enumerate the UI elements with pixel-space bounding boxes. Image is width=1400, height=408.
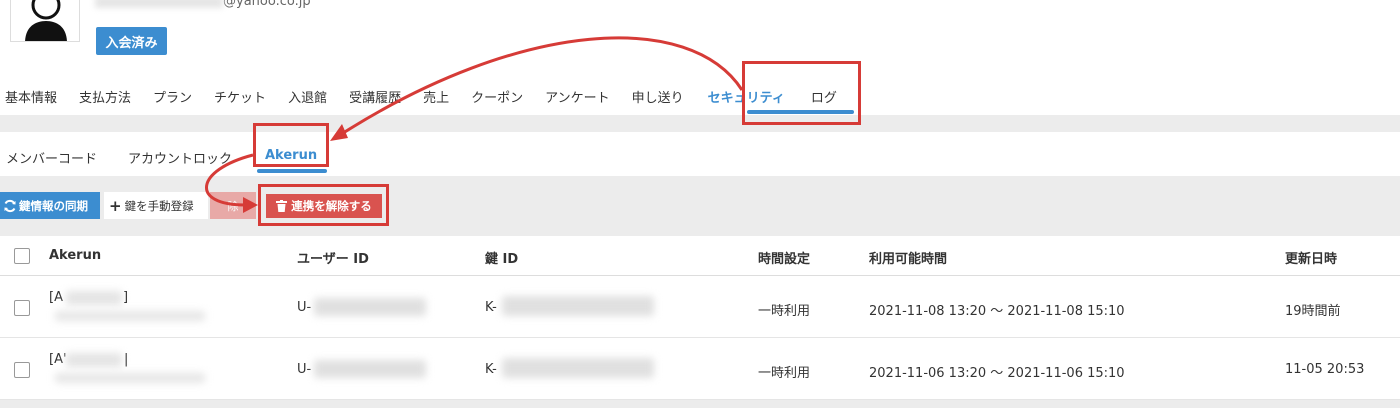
col-time-setting[interactable]: 時間設定 [758,248,810,267]
redacted-akerun [66,291,122,305]
available-time: 2021-11-08 13:20 〜 2021-11-08 15:10 [869,304,1125,319]
delete-button-faded[interactable]: 除 [210,192,256,219]
table-row[interactable]: [A ] U- K- 一時利用 2021-11-08 13:20 〜 2021-… [0,276,1400,338]
refresh-icon [4,199,16,212]
tab-survey[interactable]: アンケート [545,87,609,106]
plus-icon: + [109,196,122,215]
updated-at: 11-05 20:53 [1285,362,1365,377]
table-header: Akerun ユーザー ID 鍵 ID 時間設定 利用可能時間 更新日時 [0,236,1400,276]
col-updated[interactable]: 更新日時 [1285,248,1337,267]
redacted-akerun-sub [55,373,205,383]
user-silhouette-icon [25,0,67,41]
akerun-table: Akerun ユーザー ID 鍵 ID 時間設定 利用可能時間 更新日時 [A … [0,236,1400,400]
status-badge: 入会済み [96,27,167,55]
subtab-account-lock[interactable]: アカウントロック [128,148,232,167]
row-checkbox[interactable] [14,300,30,316]
tab-course-history[interactable]: 受講履歴 [349,87,401,106]
time-setting: 一時利用 [758,366,811,381]
user-id: U- [297,362,312,377]
subtab-member-code[interactable]: メンバーコード [6,148,97,167]
member-email: @yahoo.co.jp [95,0,315,10]
col-akerun[interactable]: Akerun [49,248,101,263]
col-user-id[interactable]: ユーザー ID [297,248,369,267]
tab-coupon[interactable]: クーポン [471,87,523,106]
subtab-akerun-indicator [257,169,327,173]
tab-entry-exit[interactable]: 入退館 [288,87,327,106]
akerun-name: [A [49,290,63,305]
key-id: K- [485,300,497,315]
tab-handover[interactable]: 申し送り [632,87,684,106]
available-time: 2021-11-06 13:20 〜 2021-11-06 15:10 [869,366,1125,381]
col-available-time[interactable]: 利用可能時間 [869,248,947,267]
tab-ticket[interactable]: チケット [214,87,266,106]
sync-keys-button[interactable]: 鍵情報の同期 [0,192,100,219]
tab-payment-method[interactable]: 支払方法 [79,87,131,106]
redacted-user-id [314,298,426,316]
user-id: U- [297,300,312,315]
key-id: K- [485,362,497,377]
tab-basic-info[interactable]: 基本情報 [5,87,57,106]
redacted-akerun-sub [55,311,205,321]
time-setting: 一時利用 [758,304,811,319]
select-all-checkbox[interactable] [14,248,30,264]
akerun-name: [A' [49,352,67,367]
redacted-akerun [66,353,122,367]
member-header: @yahoo.co.jp 入会済み 基本情報 支払方法 プラン チケット 入退館… [0,0,1400,115]
tab-sales[interactable]: 売上 [423,87,449,106]
manual-key-register-button[interactable]: + 鍵を手動登録 [104,192,208,219]
col-key-id[interactable]: 鍵 ID [485,248,518,267]
redacted-key-id [502,358,654,378]
tab-plan[interactable]: プラン [153,87,192,106]
row-checkbox[interactable] [14,362,30,378]
redacted-user-id [314,360,426,378]
email-redacted [95,0,223,8]
redacted-key-id [502,296,654,316]
annotation-box-unlink [258,184,389,226]
updated-at: 19時間前 [1285,304,1341,319]
main-tabs: 基本情報 支払方法 プラン チケット 入退館 受講履歴 売上 クーポン アンケー… [0,76,837,116]
table-row[interactable]: [A' | U- K- 一時利用 2021-11-06 13:20 〜 2021… [0,338,1400,400]
annotation-box-security [742,61,861,125]
avatar [10,0,80,42]
annotation-box-akerun [253,123,329,167]
